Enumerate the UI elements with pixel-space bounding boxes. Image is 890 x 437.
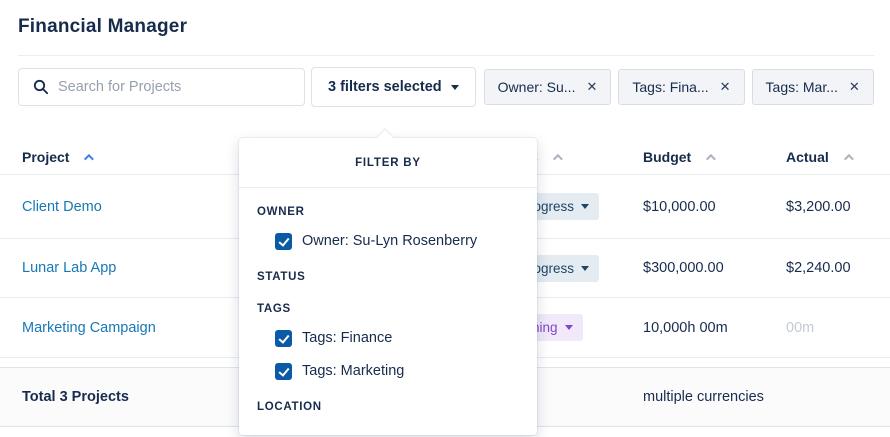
close-icon[interactable]: ✕ bbox=[849, 79, 860, 95]
search-input[interactable] bbox=[58, 79, 294, 95]
toolbar: 3 filters selected Owner: Su... ✕ Tags: … bbox=[18, 55, 874, 107]
sort-icon bbox=[553, 153, 563, 163]
column-header-budget[interactable]: Budget bbox=[643, 149, 786, 174]
filter-chip-owner[interactable]: Owner: Su... ✕ bbox=[484, 69, 612, 105]
filters-dropdown-button[interactable]: 3 filters selected bbox=[311, 67, 476, 107]
chevron-down-icon bbox=[581, 204, 589, 209]
close-icon[interactable]: ✕ bbox=[720, 79, 731, 95]
chevron-down-icon bbox=[581, 266, 589, 271]
budget-cell: 10,000h 00m bbox=[643, 320, 786, 336]
budget-cell: $10,000.00 bbox=[643, 199, 786, 215]
project-link[interactable]: Lunar Lab App bbox=[22, 260, 116, 276]
chevron-down-icon bbox=[565, 325, 573, 330]
project-link[interactable]: Marketing Campaign bbox=[22, 320, 156, 336]
budget-cell: $300,000.00 bbox=[643, 260, 786, 276]
chip-label: Tags: Mar... bbox=[766, 79, 838, 95]
filter-panel-title: FILTER BY bbox=[239, 138, 537, 188]
filter-dropdown-panel: FILTER BY OWNER Owner: Su-Lyn Rosenberry… bbox=[239, 138, 537, 435]
filter-section-location: LOCATION bbox=[257, 399, 537, 415]
chip-label: Tags: Fina... bbox=[632, 79, 708, 95]
filter-section-status: STATUS bbox=[257, 269, 537, 285]
actual-cell: $3,200.00 bbox=[786, 199, 890, 215]
filter-section-tags: TAGS bbox=[257, 301, 537, 317]
filter-chip-tags-finance[interactable]: Tags: Fina... ✕ bbox=[618, 69, 744, 105]
filter-chip-tags-marketing[interactable]: Tags: Mar... ✕ bbox=[752, 69, 874, 105]
filter-section-owner: OWNER bbox=[257, 204, 537, 220]
checkbox-checked-icon[interactable] bbox=[275, 330, 292, 347]
budget-summary: multiple currencies bbox=[643, 389, 786, 405]
chip-label: Owner: Su... bbox=[498, 79, 576, 95]
sort-icon bbox=[844, 153, 854, 163]
search-box[interactable] bbox=[18, 68, 305, 106]
page-title: Financial Manager bbox=[18, 16, 890, 38]
filter-chips: Owner: Su... ✕ Tags: Fina... ✕ Tags: Mar… bbox=[484, 69, 874, 105]
chevron-down-icon bbox=[451, 85, 459, 90]
close-icon[interactable]: ✕ bbox=[586, 79, 597, 95]
filter-option-owner[interactable]: Owner: Su-Lyn Rosenberry bbox=[275, 229, 537, 253]
sort-asc-icon bbox=[84, 153, 94, 163]
filter-option-tags-finance[interactable]: Tags: Finance bbox=[275, 326, 537, 350]
financial-manager-page: Financial Manager 3 filters selected Own… bbox=[0, 16, 890, 437]
actual-cell: 00m bbox=[786, 320, 890, 336]
filter-option-tags-marketing[interactable]: Tags: Marketing bbox=[275, 359, 537, 383]
sort-icon bbox=[706, 153, 716, 163]
search-icon bbox=[33, 79, 49, 95]
column-header-actual[interactable]: Actual bbox=[786, 149, 890, 174]
filters-button-label: 3 filters selected bbox=[328, 79, 442, 95]
checkbox-checked-icon[interactable] bbox=[275, 233, 292, 250]
project-link[interactable]: Client Demo bbox=[22, 199, 102, 215]
actual-cell: $2,240.00 bbox=[786, 260, 890, 276]
checkbox-checked-icon[interactable] bbox=[275, 363, 292, 380]
